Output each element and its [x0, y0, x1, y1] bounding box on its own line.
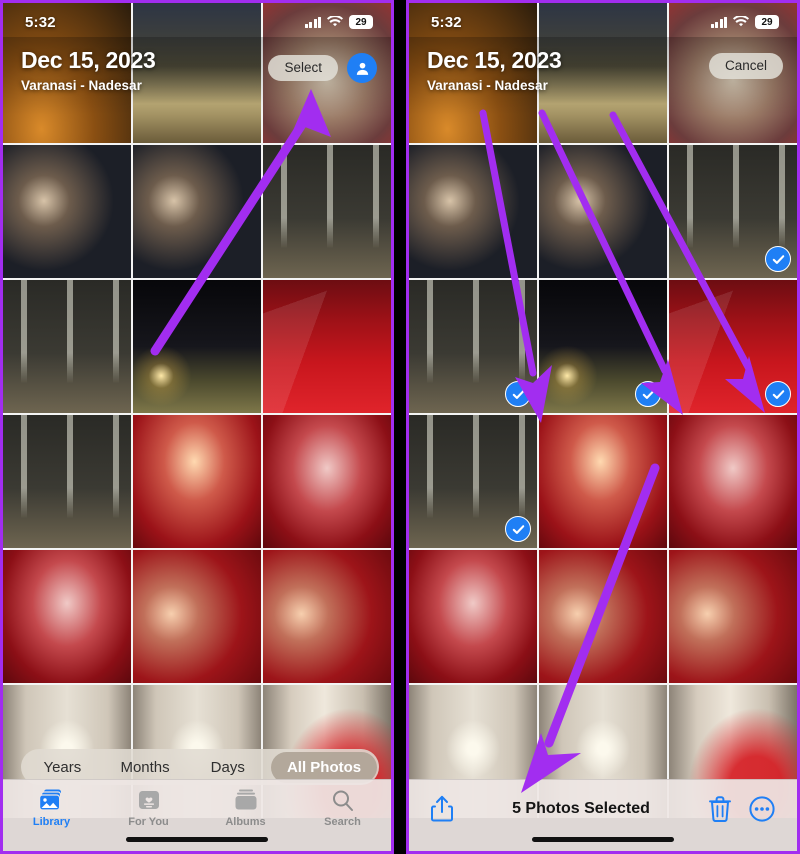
photo-thumbnail[interactable] — [3, 550, 131, 683]
segment-days[interactable]: Days — [186, 760, 269, 775]
photo-thumbnail[interactable] — [263, 145, 391, 278]
tab-albums[interactable]: Albums — [197, 788, 294, 828]
photo-image — [3, 550, 131, 683]
trash-icon[interactable] — [708, 795, 731, 822]
photo-thumbnail[interactable] — [133, 415, 261, 548]
photo-image — [133, 415, 261, 548]
more-ellipsis-circle-icon[interactable] — [749, 795, 775, 822]
tab-label-search: Search — [324, 816, 361, 828]
selected-checkmark-icon[interactable] — [505, 381, 531, 407]
iphone-screenshot-right: 5:32 29 Dec 15, 2023 Varanasi - Nadesar … — [406, 0, 800, 854]
photo-thumbnail[interactable] — [539, 145, 667, 278]
selected-checkmark-icon[interactable] — [765, 381, 791, 407]
selection-count-label: 5 Photos Selected — [512, 799, 650, 817]
photo-thumbnail[interactable] — [669, 415, 797, 548]
photo-thumbnail[interactable] — [539, 280, 667, 413]
selected-checkmark-icon[interactable] — [635, 381, 661, 407]
selected-checkmark-icon[interactable] — [765, 246, 791, 272]
photo-image — [409, 145, 537, 278]
photo-image — [133, 550, 261, 683]
photo-thumbnail[interactable] — [669, 550, 797, 683]
photo-thumbnail[interactable] — [263, 550, 391, 683]
segment-months[interactable]: Months — [104, 760, 187, 775]
photo-image — [133, 280, 261, 413]
photo-thumbnail[interactable] — [669, 145, 797, 278]
header-date: Dec 15, 2023 — [21, 47, 156, 73]
photo-thumbnail[interactable] — [3, 145, 131, 278]
cancel-button[interactable]: Cancel — [708, 53, 783, 79]
tab-label-library: Library — [32, 816, 71, 828]
person-avatar-icon[interactable] — [347, 53, 377, 83]
photo-image — [263, 280, 391, 413]
photo-thumbnail[interactable] — [3, 280, 131, 413]
search-icon — [331, 788, 354, 812]
photo-image — [539, 415, 667, 548]
photo-thumbnail[interactable] — [133, 280, 261, 413]
photo-image — [539, 550, 667, 683]
photo-thumbnail[interactable] — [539, 550, 667, 683]
photo-grid-left — [3, 3, 391, 818]
photo-image — [669, 415, 797, 548]
photo-thumbnail[interactable] — [263, 280, 391, 413]
photos-header-left: Dec 15, 2023 Varanasi - Nadesar Select — [3, 37, 391, 115]
photos-header-right: Dec 15, 2023 Varanasi - Nadesar Cancel — [409, 37, 797, 115]
iphone-screenshot-left: 5:32 29 Dec 15, 2023 Varanasi - Nadesar … — [0, 0, 394, 854]
photo-thumbnail[interactable] — [409, 145, 537, 278]
photo-image — [263, 550, 391, 683]
photo-thumbnail[interactable] — [263, 415, 391, 548]
tab-library[interactable]: Library — [3, 788, 100, 828]
header-date: Dec 15, 2023 — [427, 47, 562, 73]
photo-image — [3, 415, 131, 548]
tab-label-albums: Albums — [225, 816, 266, 828]
segment-years[interactable]: Years — [21, 760, 104, 775]
photo-image — [539, 145, 667, 278]
photo-grid-right — [409, 3, 797, 818]
photo-image — [3, 280, 131, 413]
photo-thumbnail[interactable] — [133, 145, 261, 278]
segment-all-photos[interactable]: All Photos — [271, 751, 377, 783]
selected-checkmark-icon[interactable] — [505, 516, 531, 542]
photo-image — [3, 145, 131, 278]
home-indicator-right — [532, 837, 674, 842]
tab-label-for-you: For You — [128, 816, 169, 828]
photo-thumbnail[interactable] — [133, 550, 261, 683]
photo-image — [263, 145, 391, 278]
photo-thumbnail[interactable] — [669, 280, 797, 413]
for-you-card-icon — [138, 788, 160, 812]
photo-image — [669, 550, 797, 683]
header-location: Varanasi - Nadesar — [427, 78, 548, 93]
photo-thumbnail[interactable] — [409, 550, 537, 683]
header-location: Varanasi - Nadesar — [21, 78, 142, 93]
albums-stack-icon — [234, 788, 258, 812]
photo-thumbnail[interactable] — [3, 415, 131, 548]
photo-stack-icon — [38, 788, 65, 812]
photo-image — [133, 145, 261, 278]
photo-thumbnail[interactable] — [539, 415, 667, 548]
select-button[interactable]: Select — [268, 55, 338, 81]
photo-image — [409, 550, 537, 683]
home-indicator-left — [126, 837, 268, 842]
screenshot-stage: 5:32 29 Dec 15, 2023 Varanasi - Nadesar … — [0, 0, 800, 854]
tab-for-you[interactable]: For You — [100, 788, 197, 828]
photo-thumbnail[interactable] — [409, 415, 537, 548]
tab-search[interactable]: Search — [294, 788, 391, 828]
share-up-arrow-icon[interactable] — [431, 795, 453, 822]
photo-image — [263, 415, 391, 548]
photo-thumbnail[interactable] — [409, 280, 537, 413]
